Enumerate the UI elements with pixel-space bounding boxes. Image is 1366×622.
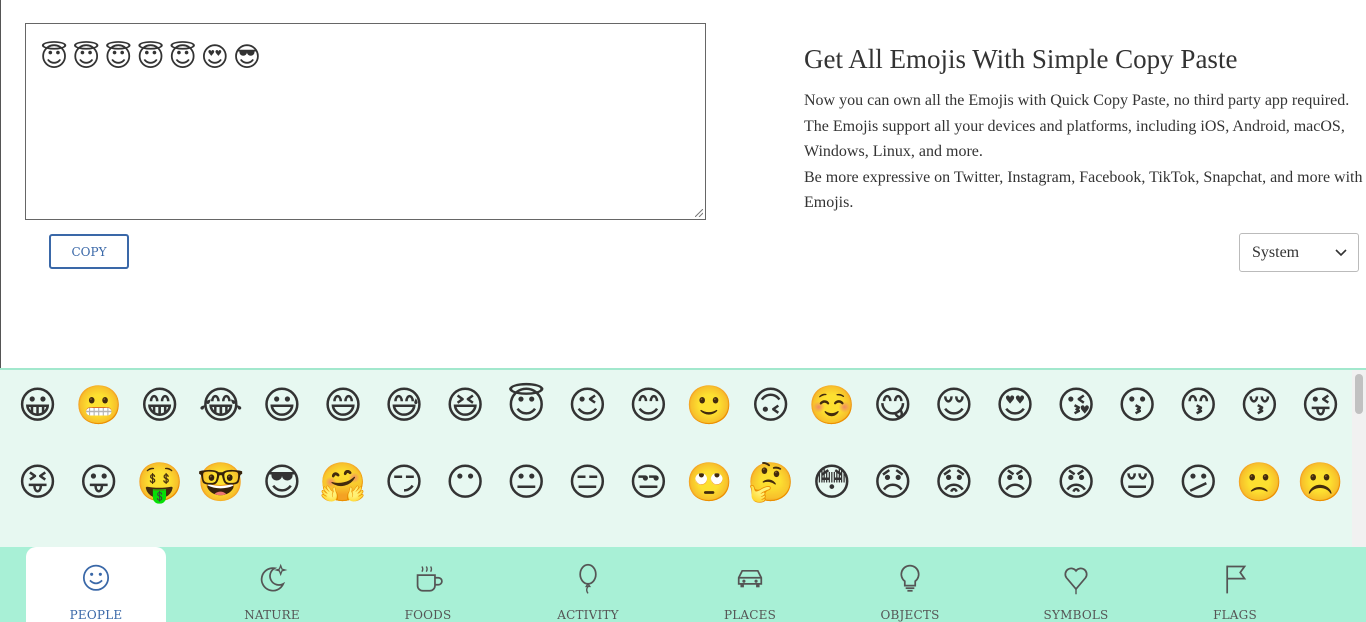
tab-objects[interactable]: OBJECTS bbox=[850, 547, 970, 622]
emoji-text-area[interactable]: 😇😇😇😇😇😍😎 bbox=[25, 23, 706, 220]
emoji-item[interactable]: 😇 bbox=[496, 386, 557, 426]
emoji-item[interactable]: 🤑 bbox=[129, 463, 190, 503]
emoji-item[interactable]: 😙 bbox=[1168, 386, 1229, 426]
left-border bbox=[0, 0, 1, 368]
emoji-picker-panel: 😀 😬 😁 😂 😃 😄 😅 😆 😇 😉 😊 🙂 🙃 ☺️ 😋 😌 😍 😘 😗 😙 😚 😜 😝 😛 🤑 🤓 😎 🤗 😏 😶 😐 😑 😒 🙄 🤔 😳 😞 😟 😠… bbox=[0, 368, 1366, 547]
tab-symbols[interactable]: SYMBOLS bbox=[1016, 547, 1136, 622]
tab-label: SYMBOLS bbox=[1043, 608, 1109, 622]
emoji-item[interactable]: 😳 bbox=[801, 463, 862, 503]
emoji-item[interactable]: 🙁 bbox=[1229, 463, 1290, 503]
tab-label: PLACES bbox=[723, 608, 777, 622]
hero-paragraph-2: Be more expressive on Twitter, Instagram… bbox=[804, 168, 1363, 212]
emoji-item[interactable]: 😂 bbox=[190, 386, 251, 426]
emoji-item[interactable]: 😘 bbox=[1046, 386, 1107, 426]
emoji-item[interactable]: 😚 bbox=[1229, 386, 1290, 426]
tab-label: NATURE bbox=[244, 608, 300, 622]
tab-label: FOODS bbox=[404, 608, 452, 622]
tab-foods[interactable]: FOODS bbox=[368, 547, 488, 622]
lightbulb-icon bbox=[900, 564, 920, 592]
smiley-icon bbox=[82, 564, 110, 591]
emoji-grid: 😀 😬 😁 😂 😃 😄 😅 😆 😇 😉 😊 🙂 🙃 ☺️ 😋 😌 😍 😘 😗 😙 😚 😜 😝 😛 🤑 🤓 😎 🤗 😏 😶 😐 😑 😒 🙄 🤔 😳 😞 😟 😠… bbox=[7, 386, 1352, 503]
emoji-item[interactable]: 😆 bbox=[435, 386, 496, 426]
emoji-item[interactable]: 😏 bbox=[374, 463, 435, 503]
hero-paragraph-1: Now you can own all the Emojis with Quic… bbox=[804, 92, 1350, 160]
emoji-item[interactable]: ☺️ bbox=[801, 386, 862, 426]
emoji-item[interactable]: 😌 bbox=[923, 386, 984, 426]
flag-icon bbox=[1226, 565, 1247, 594]
balloon-icon bbox=[579, 563, 597, 594]
copy-button[interactable]: COPY bbox=[49, 234, 129, 269]
emoji-item[interactable]: 🤓 bbox=[190, 463, 251, 503]
tab-nature[interactable]: NATURE bbox=[212, 547, 332, 622]
tab-label: ACTIVITY bbox=[557, 608, 619, 622]
emoji-panel-scrollbar[interactable] bbox=[1352, 370, 1366, 547]
scrollbar-thumb[interactable] bbox=[1355, 374, 1363, 414]
emoji-item[interactable]: 😐 bbox=[496, 463, 557, 503]
emoji-item[interactable]: 😕 bbox=[1168, 463, 1229, 503]
resize-grip-icon[interactable] bbox=[695, 209, 703, 217]
car-icon bbox=[737, 569, 763, 588]
emoji-item[interactable]: 🙃 bbox=[740, 386, 801, 426]
coffee-cup-icon bbox=[416, 566, 443, 592]
category-nav: PEOPLE NATURE FOODS ACTIVITY PLACES OBJECTS SY… bbox=[0, 547, 1366, 622]
page-title: Get All Emojis With Simple Copy Paste bbox=[804, 44, 1238, 74]
emoji-item[interactable]: 😶 bbox=[435, 463, 496, 503]
emoji-item[interactable]: 😔 bbox=[1107, 463, 1168, 503]
tab-label: PEOPLE bbox=[69, 608, 123, 622]
emoji-item[interactable]: 😃 bbox=[251, 386, 312, 426]
tab-activity[interactable]: ACTIVITY bbox=[528, 547, 648, 622]
platform-select[interactable]: System bbox=[1239, 233, 1359, 272]
emoji-item[interactable]: 😉 bbox=[557, 386, 618, 426]
tab-people[interactable]: PEOPLE bbox=[26, 547, 166, 622]
emoji-item[interactable]: 😜 bbox=[1290, 386, 1351, 426]
emoji-item[interactable]: 😅 bbox=[374, 386, 435, 426]
moon-stars-icon bbox=[260, 563, 288, 592]
emoji-item[interactable]: 😒 bbox=[618, 463, 679, 503]
emoji-item[interactable]: 🤔 bbox=[740, 463, 801, 503]
emoji-text-content: 😇😇😇😇😇😍😎 bbox=[40, 42, 266, 73]
emoji-item[interactable]: 😟 bbox=[923, 463, 984, 503]
emoji-item[interactable]: 🙂 bbox=[679, 386, 740, 426]
emoji-item[interactable]: 😡 bbox=[1046, 463, 1107, 503]
emoji-item[interactable]: 😄 bbox=[312, 386, 373, 426]
heart-icon bbox=[1064, 567, 1088, 595]
emoji-item[interactable]: 🤗 bbox=[312, 463, 373, 503]
hero-description: Now you can own all the Emojis with Quic… bbox=[804, 88, 1364, 216]
emoji-item[interactable]: 😎 bbox=[251, 463, 312, 503]
emoji-item[interactable]: 😀 bbox=[7, 386, 68, 426]
tab-flags[interactable]: FLAGS bbox=[1175, 547, 1295, 622]
emoji-item[interactable]: 😬 bbox=[68, 386, 129, 426]
emoji-item[interactable]: 😁 bbox=[129, 386, 190, 426]
emoji-item[interactable]: ☹️ bbox=[1290, 463, 1351, 503]
tab-places[interactable]: PLACES bbox=[690, 547, 810, 622]
tab-label: FLAGS bbox=[1213, 608, 1257, 622]
platform-select-value: System bbox=[1252, 243, 1300, 261]
chevron-down-icon bbox=[1335, 249, 1347, 257]
emoji-item[interactable]: 😛 bbox=[68, 463, 129, 503]
emoji-item[interactable]: 🙄 bbox=[679, 463, 740, 503]
emoji-item[interactable]: 😠 bbox=[985, 463, 1046, 503]
tab-label: OBJECTS bbox=[880, 608, 940, 622]
emoji-item[interactable]: 😑 bbox=[557, 463, 618, 503]
emoji-item[interactable]: 😊 bbox=[618, 386, 679, 426]
emoji-item[interactable]: 😝 bbox=[7, 463, 68, 503]
emoji-item[interactable]: 😞 bbox=[862, 463, 923, 503]
emoji-item[interactable]: 😋 bbox=[862, 386, 923, 426]
emoji-item[interactable]: 😍 bbox=[985, 386, 1046, 426]
emoji-item[interactable]: 😗 bbox=[1107, 386, 1168, 426]
